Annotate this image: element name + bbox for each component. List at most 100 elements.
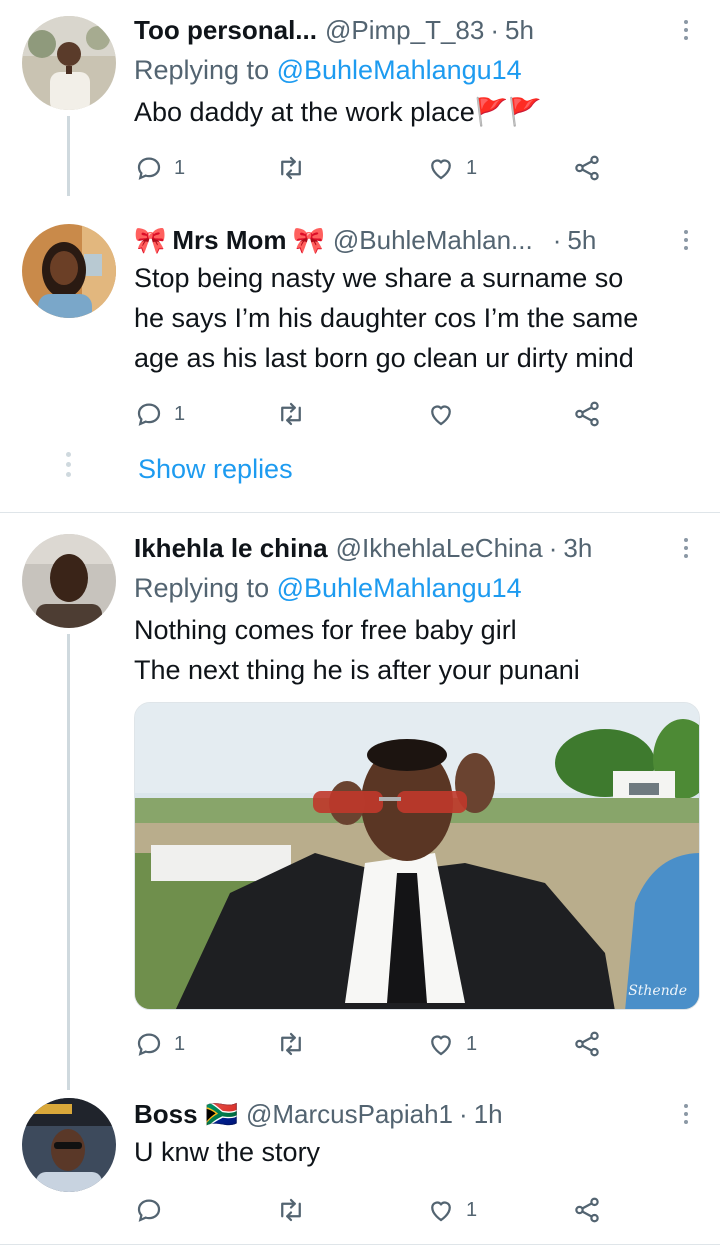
- tweet-actions: 1 1: [134, 150, 614, 186]
- share-icon: [575, 155, 599, 181]
- separator-dot: ·: [552, 224, 562, 255]
- reply-button[interactable]: [134, 1192, 174, 1228]
- like-button[interactable]: 1: [426, 1026, 477, 1062]
- reply-count: 1: [174, 1032, 186, 1055]
- reply-button[interactable]: 1: [134, 396, 185, 432]
- retweet-button[interactable]: [276, 1026, 316, 1062]
- retweet-button[interactable]: [276, 396, 316, 432]
- tweet-text: Nothing comes for free baby girl The nex…: [134, 610, 700, 690]
- replying-to-handle[interactable]: @BuhleMahlangu14: [277, 573, 522, 603]
- like-button[interactable]: [426, 396, 466, 432]
- like-count: 1: [466, 1198, 478, 1221]
- display-name[interactable]: Too personal...: [134, 15, 317, 46]
- tweet-ikhehla-le-china[interactable]: Ikhehla le china @IkhehlaLeChina · 3h Re…: [0, 514, 720, 1090]
- replying-prefix: Replying to: [134, 55, 270, 85]
- like-button[interactable]: 1: [426, 1192, 477, 1228]
- separator-dot: ·: [490, 14, 500, 45]
- share-icon: [575, 1197, 599, 1223]
- share-button[interactable]: [572, 1026, 602, 1062]
- show-replies-link[interactable]: Show replies: [138, 454, 293, 485]
- timestamp[interactable]: 5h: [505, 15, 534, 46]
- thread-continuation-dots: [66, 452, 71, 477]
- avatar[interactable]: [22, 1098, 116, 1192]
- thread-line: [67, 634, 70, 1090]
- tweet-text: Stop being nasty we share a surname so h…: [134, 258, 700, 378]
- reply-button[interactable]: 1: [134, 150, 185, 186]
- timestamp[interactable]: 3h: [563, 533, 592, 564]
- tweet-mrs-mom[interactable]: 🎀 Mrs Mom 🎀 @BuhleMahlan... · 5h Stop be…: [0, 196, 720, 510]
- tweet-header: Boss 🇿🇦 @MarcusPapiah1 · 1h: [134, 1098, 700, 1130]
- retweet-icon: [281, 402, 301, 426]
- tweet-text-line: Nothing comes for free baby girl: [134, 615, 517, 645]
- replying-to: Replying to @BuhleMahlangu14: [134, 54, 700, 86]
- tweet-text-line: Stop being nasty we share a surname so: [134, 263, 624, 293]
- tweet-actions: 1: [134, 1192, 614, 1228]
- red-flag-emoji: 🚩🚩: [474, 97, 542, 127]
- tweet-actions: 1 1: [134, 1026, 614, 1062]
- tweet-text: Abo daddy at the work place🚩🚩: [134, 92, 700, 132]
- tweet-too-personal[interactable]: Too personal... @Pimp_T_83 · 5h Replying…: [0, 0, 720, 196]
- separator-dot: ·: [548, 532, 558, 563]
- reply-icon: [137, 1033, 161, 1056]
- ribbon-emoji: 🎀: [134, 224, 167, 255]
- avatar[interactable]: [22, 534, 116, 628]
- display-name[interactable]: Ikhehla le china: [134, 533, 328, 564]
- heart-icon: [431, 1201, 451, 1222]
- tweet-header: Too personal... @Pimp_T_83 · 5h: [134, 14, 700, 46]
- more-vertical-icon[interactable]: [676, 532, 696, 564]
- more-vertical-icon[interactable]: [676, 224, 696, 256]
- retweet-icon: [281, 1032, 301, 1056]
- tweet-header: Ikhehla le china @IkhehlaLeChina · 3h: [134, 532, 700, 564]
- divider: [0, 512, 720, 513]
- media-watermark: Sthende: [628, 983, 687, 999]
- separator-dot: ·: [459, 1098, 468, 1129]
- thread-line: [67, 116, 70, 196]
- heart-icon: [431, 405, 451, 426]
- replying-to-handle[interactable]: @BuhleMahlangu14: [277, 55, 522, 85]
- tweet-header: 🎀 Mrs Mom 🎀 @BuhleMahlan... · 5h: [134, 224, 700, 256]
- divider: [0, 1244, 720, 1245]
- display-name[interactable]: Boss: [134, 1099, 198, 1130]
- tweet-text-line: age as his last born go clean ur dirty m…: [134, 343, 634, 373]
- tweet-actions: 1: [134, 396, 614, 432]
- timestamp[interactable]: 5h: [567, 225, 596, 256]
- reply-count: 1: [174, 156, 186, 179]
- like-count: 1: [466, 156, 478, 179]
- user-handle[interactable]: @MarcusPapiah1: [246, 1099, 453, 1130]
- tweet-text-line: Abo daddy at the work place: [134, 97, 475, 127]
- more-vertical-icon[interactable]: [676, 1098, 696, 1130]
- tweet-text: U knw the story: [134, 1132, 700, 1172]
- retweet-icon: [281, 1198, 301, 1222]
- tweet-text-line: he says I’m his daughter cos I’m the sam…: [134, 303, 639, 333]
- tweet-media-image[interactable]: Sthende: [134, 702, 700, 1010]
- share-button[interactable]: [572, 1192, 602, 1228]
- user-handle[interactable]: @IkhehlaLeChina: [336, 533, 543, 564]
- share-button[interactable]: [572, 150, 602, 186]
- avatar[interactable]: [22, 16, 116, 110]
- retweet-button[interactable]: [276, 1192, 316, 1228]
- heart-icon: [431, 1035, 451, 1056]
- more-vertical-icon[interactable]: [676, 14, 696, 46]
- user-handle[interactable]: @Pimp_T_83: [325, 15, 484, 46]
- south-africa-flag-emoji: 🇿🇦: [205, 1098, 238, 1129]
- tweet-text-line: The next thing he is after your punani: [134, 655, 580, 685]
- share-button[interactable]: [572, 396, 602, 432]
- reply-button[interactable]: 1: [134, 1026, 185, 1062]
- replying-prefix: Replying to: [134, 573, 270, 603]
- user-handle[interactable]: @BuhleMahlan...: [333, 225, 533, 256]
- timestamp[interactable]: 1h: [474, 1099, 503, 1130]
- reply-icon: [137, 157, 161, 180]
- tweet-text-line: U knw the story: [134, 1137, 321, 1167]
- like-count: 1: [466, 1032, 478, 1055]
- reply-count: 1: [174, 402, 186, 425]
- retweet-icon: [281, 156, 301, 180]
- reply-icon: [137, 403, 161, 426]
- display-name[interactable]: Mrs Mom: [172, 225, 286, 256]
- tweet-boss[interactable]: Boss 🇿🇦 @MarcusPapiah1 · 1h U knw the st…: [0, 1090, 720, 1250]
- reply-icon: [137, 1199, 161, 1222]
- heart-icon: [431, 159, 451, 180]
- retweet-button[interactable]: [276, 150, 316, 186]
- ribbon-emoji: 🎀: [292, 224, 325, 255]
- like-button[interactable]: 1: [426, 150, 477, 186]
- avatar[interactable]: [22, 224, 116, 318]
